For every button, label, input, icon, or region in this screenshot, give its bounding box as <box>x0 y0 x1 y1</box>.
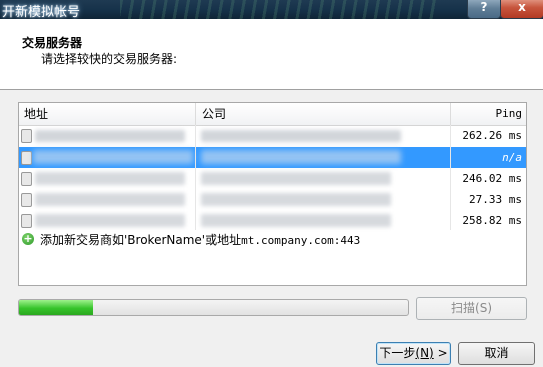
server-icon <box>21 172 32 186</box>
add-icon: + <box>22 232 34 245</box>
row-ping: 27.33 ms <box>469 193 522 206</box>
scan-button-label: 扫描 <box>451 301 476 315</box>
add-broker-hint-text: 添加新交易商如'BrokerName'或地址 <box>40 233 242 247</box>
column-divider[interactable] <box>450 103 451 125</box>
cancel-button[interactable]: 取消 <box>458 342 535 365</box>
title-bar: 开新模拟帐号 ? x <box>0 0 543 19</box>
column-header-ping[interactable]: Ping <box>496 103 523 125</box>
column-header-company[interactable]: 公司 <box>202 103 226 125</box>
add-broker-hint-example: mt.company.com:443 <box>241 234 361 247</box>
next-button[interactable]: 下一步(N) > <box>376 342 451 365</box>
server-icon <box>21 129 32 143</box>
server-list[interactable]: 地址 公司 Ping 262.26 ms n/a 246.02 ms 27.33… <box>18 102 527 286</box>
scan-button[interactable]: 扫描(S) <box>416 297 527 320</box>
next-button-label: 下一步 <box>379 346 416 360</box>
column-divider <box>195 125 196 230</box>
scan-button-mnemonic: (S) <box>475 301 492 315</box>
server-icon <box>21 151 32 165</box>
wizard-header: 交易服务器 请选择较快的交易服务器: <box>0 19 543 90</box>
column-divider[interactable] <box>195 103 196 125</box>
close-button[interactable]: x <box>500 0 543 19</box>
page-subtitle: 请选择较快的交易服务器: <box>41 52 178 66</box>
scan-progress-fill <box>19 300 93 315</box>
row-ping: n/a <box>502 151 522 164</box>
list-header: 地址 公司 Ping <box>19 103 526 126</box>
next-button-mnemonic: (N) <box>415 346 434 360</box>
column-divider <box>450 125 451 230</box>
row-ping: 258.82 ms <box>462 214 522 227</box>
server-icon <box>21 214 32 228</box>
title-bar-background <box>120 0 440 19</box>
next-arrow-icon: > <box>437 346 448 360</box>
server-icon <box>21 193 32 207</box>
column-header-address[interactable]: 地址 <box>24 103 48 125</box>
help-button[interactable]: ? <box>467 0 501 19</box>
row-ping: 262.26 ms <box>462 129 522 142</box>
page-title: 交易服务器 <box>22 36 83 50</box>
add-broker-hint: 添加新交易商如'BrokerName'或地址mt.company.com:443 <box>40 231 360 250</box>
row-ping: 246.02 ms <box>462 172 522 185</box>
window-title: 开新模拟帐号 <box>2 5 81 19</box>
scan-progress-bar <box>18 299 409 316</box>
